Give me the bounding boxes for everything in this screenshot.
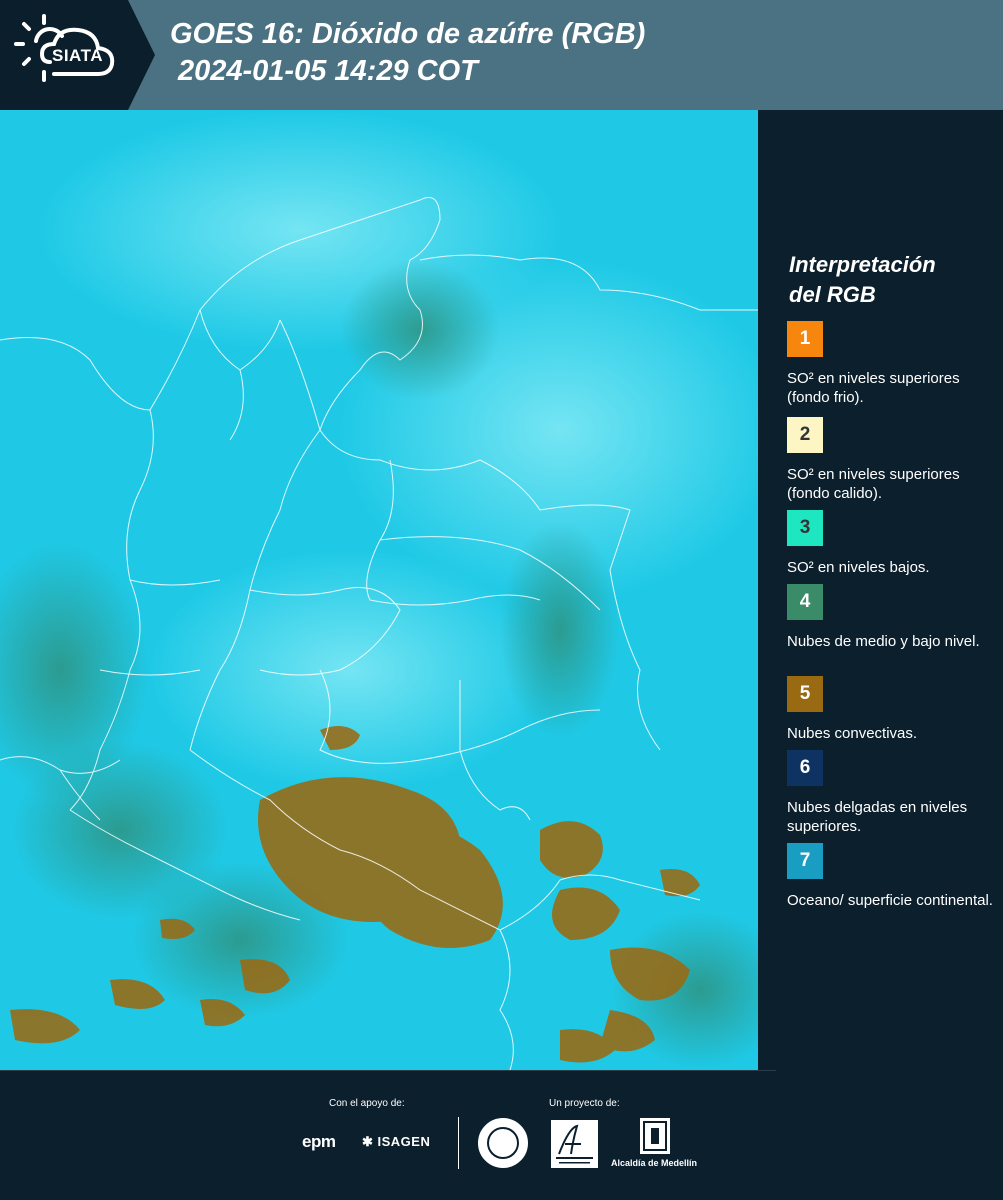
logo-separator: [458, 1117, 459, 1169]
legend-title-line1: Interpretación: [789, 252, 936, 277]
legend-panel: Interpretación del RGB 1 SO² en niveles …: [760, 110, 1003, 1070]
area-metropolitana-logo[interactable]: [551, 1120, 598, 1168]
rgb-imagery: [0, 110, 758, 1070]
page-title: GOES 16: Dióxido de azúfre (RGB) 2024-01…: [170, 16, 645, 90]
isagen-text: ISAGEN: [377, 1134, 431, 1149]
legend-item-2: 2 SO² en niveles superiores (fondo calid…: [787, 417, 997, 503]
medellin-seal-logo[interactable]: [478, 1118, 528, 1168]
footer-bar: Con el apoyo de: Un proyecto de: epm ✱ I…: [0, 1070, 1003, 1200]
header-bar: SIATA GOES 16: Dióxido de azúfre (RGB) 2…: [0, 0, 1003, 110]
area-metropolitana-mark-icon: [556, 1124, 593, 1164]
legend-item-4: 4 Nubes de medio y bajo nivel.: [787, 584, 997, 651]
legend-label: Nubes delgadas en niveles superiores.: [787, 799, 968, 835]
legend-item-5: 5 Nubes convectivas.: [787, 676, 997, 743]
legend-label: Oceano/ superficie continental.: [787, 892, 993, 909]
isagen-logo[interactable]: ✱ ISAGEN: [362, 1134, 430, 1150]
legend-label: SO² en niveles superiores (fondo calido)…: [787, 466, 960, 502]
title-timestamp: 2024-01-05 14:29 COT: [178, 55, 478, 87]
epm-logo[interactable]: epm: [302, 1132, 336, 1152]
legend-swatch: 7: [787, 843, 823, 879]
legend-item-1: 1 SO² en niveles superiores (fondo frio)…: [787, 321, 997, 407]
footer-divider: [0, 1070, 776, 1071]
legend-label: SO² en niveles bajos.: [787, 559, 930, 576]
alcaldia-label: Alcaldía de Medellín: [611, 1158, 698, 1168]
legend-swatch: 4: [787, 584, 823, 620]
legend-item-3: 3 SO² en niveles bajos.: [787, 510, 997, 577]
legend-swatch: 5: [787, 676, 823, 712]
satellite-map[interactable]: [0, 110, 758, 1070]
legend-swatch: 1: [787, 321, 823, 357]
legend-item-6: 6 Nubes delgadas en niveles superiores.: [787, 750, 997, 836]
seal-ring-icon: [487, 1127, 519, 1159]
legend-item-7: 7 Oceano/ superficie continental.: [787, 843, 997, 910]
title-product: GOES 16: Dióxido de azúfre (RGB): [170, 18, 646, 50]
support-label: Con el apoyo de:: [329, 1098, 405, 1109]
legend-title-line2: del RGB: [789, 282, 876, 307]
legend-swatch: 2: [787, 417, 823, 453]
legend-title: Interpretación del RGB: [789, 250, 936, 310]
legend-label: Nubes convectivas.: [787, 725, 918, 742]
siata-logo[interactable]: SIATA: [0, 0, 155, 110]
legend-swatch: 3: [787, 510, 823, 546]
legend-label: SO² en niveles superiores (fondo frio).: [787, 370, 960, 406]
legend-swatch: 6: [787, 750, 823, 786]
isagen-mark-icon: ✱: [362, 1134, 378, 1149]
logo-text: SIATA: [52, 46, 103, 65]
project-label: Un proyecto de:: [549, 1098, 620, 1109]
alcaldia-emblem-icon[interactable]: [640, 1118, 670, 1154]
legend-label: Nubes de medio y bajo nivel.: [787, 633, 980, 650]
